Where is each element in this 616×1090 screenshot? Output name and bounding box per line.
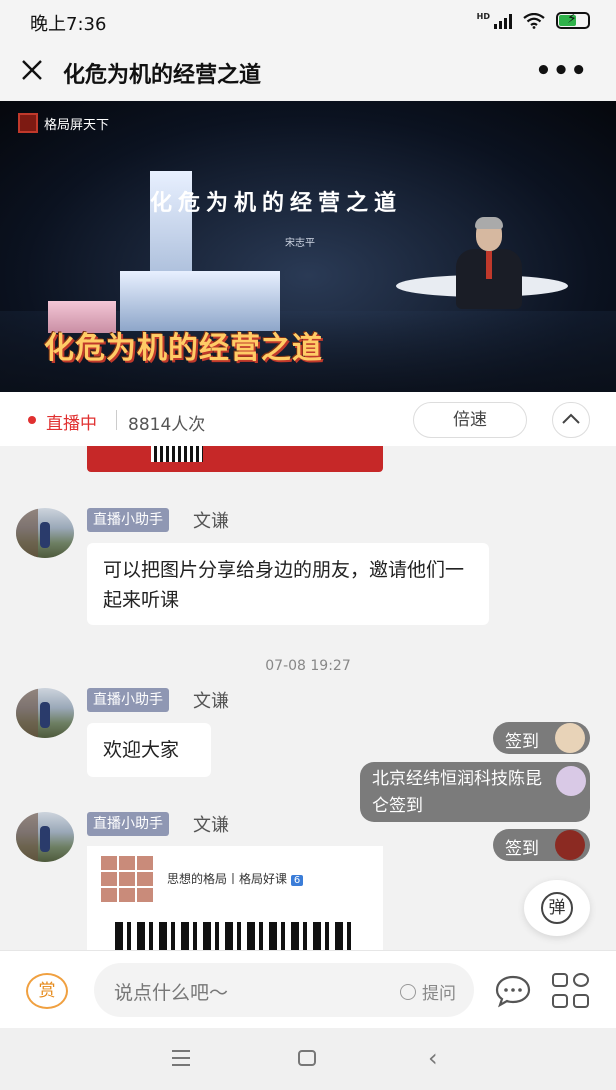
chat-bubble-icon[interactable] xyxy=(494,973,532,1009)
comment-input[interactable]: 说点什么吧～ 提问 xyxy=(94,963,474,1017)
page-title: 化危为机的经营之道 xyxy=(63,63,262,88)
sender-name: 文谦 xyxy=(193,815,229,836)
avatar[interactable] xyxy=(16,688,74,738)
brand-logo: 格局屏天下 xyxy=(18,113,109,133)
divider xyxy=(116,410,117,430)
assistant-badge: 直播小助手 xyxy=(87,812,169,836)
video-caption: 化危为机的经营之道 xyxy=(44,331,323,366)
checkin-avatar xyxy=(555,830,585,860)
nav-bar: 化危为机的经营之道 ••• xyxy=(0,44,616,100)
back-icon[interactable]: ‹ xyxy=(428,1044,438,1072)
wifi-icon xyxy=(522,12,546,29)
radio-icon xyxy=(400,983,416,1000)
checkin-notice: 签到 xyxy=(493,722,590,754)
checkin-notice: 北京经纬恒润科技陈昆仑签到 xyxy=(360,762,590,822)
poster-title: 思想的格局丨格局好课 6 xyxy=(167,870,304,887)
collapse-button[interactable] xyxy=(552,402,590,438)
danmu-toggle-button[interactable]: 弹 xyxy=(524,880,590,936)
system-nav-bar: ‹ xyxy=(0,1028,616,1090)
view-count: 8814人次 xyxy=(128,415,206,435)
speed-button[interactable]: 倍速 xyxy=(413,402,527,438)
status-time: 晚上7:36 xyxy=(30,14,107,35)
checkin-avatar xyxy=(555,723,585,753)
building-low xyxy=(120,271,280,331)
reward-button[interactable]: 赏 xyxy=(26,973,68,1009)
live-status-bar: 直播中 8814人次 倍速 xyxy=(0,392,616,446)
message-bubble: 可以把图片分享给身边的朋友，邀请他们一起来听课 xyxy=(87,543,489,625)
avatar[interactable] xyxy=(16,812,74,862)
checkin-text: 签到 xyxy=(505,732,539,752)
poster-thumbnails xyxy=(101,856,153,902)
live-status: 直播中 xyxy=(46,414,97,434)
battery-icon: ⚡ xyxy=(556,11,590,29)
signal-icon xyxy=(494,13,512,29)
close-icon[interactable] xyxy=(18,56,46,84)
checkin-text: 签到 xyxy=(505,839,539,859)
qr-code xyxy=(151,446,203,462)
brand-logo-icon xyxy=(18,113,38,133)
assistant-badge: 直播小助手 xyxy=(87,508,169,532)
checkin-text: 北京经纬恒润科技陈昆仑签到 xyxy=(372,769,542,816)
poster-number-badge: 6 xyxy=(290,875,304,886)
ask-question-toggle[interactable]: 提问 xyxy=(400,979,456,1004)
brand-name: 格局屏天下 xyxy=(44,117,110,133)
chat-area[interactable]: 直播小助手 文谦 可以把图片分享给身边的朋友，邀请他们一起来听课 07-08 1… xyxy=(0,446,616,950)
sender-name: 文谦 xyxy=(193,691,229,712)
apps-grid-icon[interactable] xyxy=(552,973,590,1009)
video-slide-title: 化危为机的经营之道 xyxy=(150,191,403,216)
network-type: HD xyxy=(476,12,490,21)
message-timestamp: 07-08 19:27 xyxy=(265,658,351,674)
checkin-notice: 签到 xyxy=(493,829,590,861)
checkin-avatar xyxy=(556,766,586,796)
live-dot-icon xyxy=(28,416,36,424)
ask-label: 提问 xyxy=(422,984,456,1004)
qr-code xyxy=(115,922,355,950)
assistant-badge: 直播小助手 xyxy=(87,688,169,712)
message-bubble: 欢迎大家 xyxy=(87,723,211,777)
shared-poster-image[interactable]: 思想的格局丨格局好课 6 xyxy=(87,846,383,950)
home-icon[interactable] xyxy=(298,1050,316,1066)
status-icons: HD ⚡ xyxy=(476,11,590,29)
avatar[interactable] xyxy=(16,508,74,558)
status-bar: 晚上7:36 HD ⚡ xyxy=(0,0,616,44)
comment-placeholder: 说点什么吧～ xyxy=(114,982,229,1004)
video-player[interactable]: 格局屏天下 化危为机的经营之道 宋志平 化危为机的经营之道 xyxy=(0,101,616,392)
input-bar: 赏 说点什么吧～ 提问 xyxy=(0,950,616,1028)
more-icon[interactable]: ••• xyxy=(535,56,588,86)
shared-poster-image[interactable] xyxy=(87,446,383,472)
chevron-up-icon xyxy=(562,413,580,424)
danmu-label: 弹 xyxy=(541,892,573,924)
video-speaker: 宋志平 xyxy=(285,238,315,249)
speaker-figure xyxy=(452,217,524,339)
menu-icon[interactable] xyxy=(172,1050,190,1066)
sender-name: 文谦 xyxy=(193,511,229,532)
